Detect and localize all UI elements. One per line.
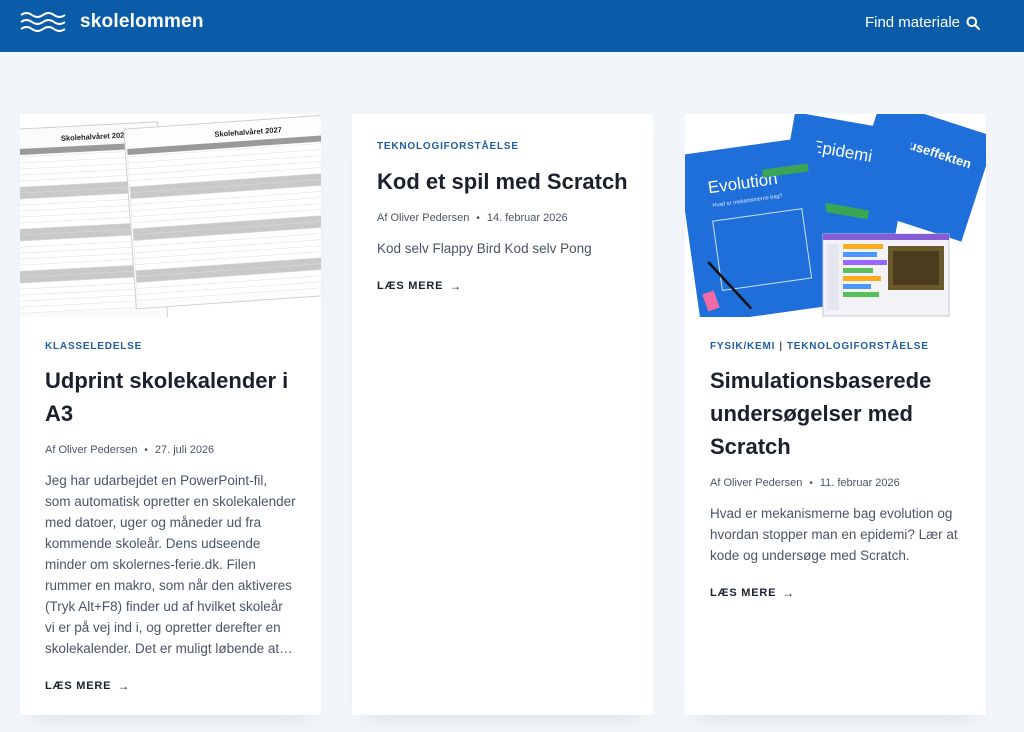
post-author[interactable]: Af Oliver Pedersen (45, 444, 137, 456)
category-separator: | (779, 341, 783, 352)
search-icon (966, 16, 980, 30)
read-more-link[interactable]: LÆS MERE → (45, 679, 130, 693)
post-meta: Af Oliver Pedersen • 11. februar 2026 (710, 477, 961, 489)
find-label: Find materiale (864, 14, 960, 31)
post-categories: FYSIK/KEMI | TEKNOLOGIFORSTÅELSE (710, 341, 961, 352)
post-meta: Af Oliver Pedersen • 14. februar 2026 (377, 212, 628, 224)
post-card: Skolehalvåret 2026 Skolehalvåret 2027 KL… (20, 114, 321, 715)
waves-icon (20, 12, 66, 32)
calendar-image: Skolehalvåret 2026 Skolehalvåret 2027 (20, 114, 321, 317)
logo-text: skolelommen (80, 11, 204, 32)
scratch-books-image: Drivhuseffekten Epidemi Evolution Hvad e… (685, 114, 986, 317)
post-excerpt: Kod selv Flappy Bird Kod selv Pong (377, 241, 592, 256)
post-title[interactable]: Udprint skolekalender i A3 (45, 364, 296, 430)
post-author[interactable]: Af Oliver Pedersen (710, 477, 802, 489)
post-categories: KLASSELEDELSE (45, 341, 296, 352)
post-categories: TEKNOLOGIFORSTÅELSE (377, 141, 628, 152)
post-date: 14. februar 2026 (486, 212, 568, 224)
category-link[interactable]: KLASSELEDELSE (45, 341, 142, 352)
meta-separator: • (476, 212, 480, 224)
meta-separator: • (144, 444, 148, 456)
read-more-label: LÆS MERE (45, 680, 112, 692)
read-more-link[interactable]: LÆS MERE → (377, 279, 462, 293)
post-date: 11. februar 2026 (819, 477, 900, 489)
read-more-label: LÆS MERE (710, 587, 777, 599)
post-date: 27. juli 2026 (154, 444, 215, 456)
read-more-label: LÆS MERE (377, 280, 444, 292)
post-title[interactable]: Kod et spil med Scratch (377, 165, 628, 198)
post-title[interactable]: Simulationsbaserede undersøgelser med Sc… (710, 364, 961, 463)
post-card: TEKNOLOGIFORSTÅELSE Kod et spil med Scra… (352, 114, 653, 715)
post-author[interactable]: Af Oliver Pedersen (377, 212, 469, 224)
category-link[interactable]: TEKNOLOGIFORSTÅELSE (377, 141, 519, 152)
arrow-right-icon: → (117, 679, 131, 693)
post-excerpt: Jeg har udarbejdet en PowerPoint-fil, so… (45, 473, 296, 656)
category-link[interactable]: TEKNOLOGIFORSTÅELSE (787, 341, 929, 352)
arrow-right-icon: → (782, 586, 796, 600)
meta-separator: • (809, 477, 813, 489)
post-excerpt: Hvad er mekanismerne bag evolution og hv… (710, 506, 958, 563)
arrow-right-icon: → (449, 279, 463, 293)
post-thumbnail[interactable]: Skolehalvåret 2026 Skolehalvåret 2027 (20, 114, 321, 317)
site-logo[interactable]: skolelommen (20, 10, 204, 34)
category-link[interactable]: FYSIK/KEMI (710, 341, 775, 352)
read-more-link[interactable]: LÆS MERE → (710, 586, 795, 600)
post-meta: Af Oliver Pedersen • 27. juli 2026 (45, 444, 296, 456)
post-thumbnail[interactable]: Drivhuseffekten Epidemi Evolution Hvad e… (685, 114, 986, 317)
post-card: Drivhuseffekten Epidemi Evolution Hvad e… (685, 114, 986, 715)
site-header: skolelommen Find materiale (0, 0, 1024, 52)
find-materiale-link[interactable]: Find materiale (865, 14, 980, 31)
